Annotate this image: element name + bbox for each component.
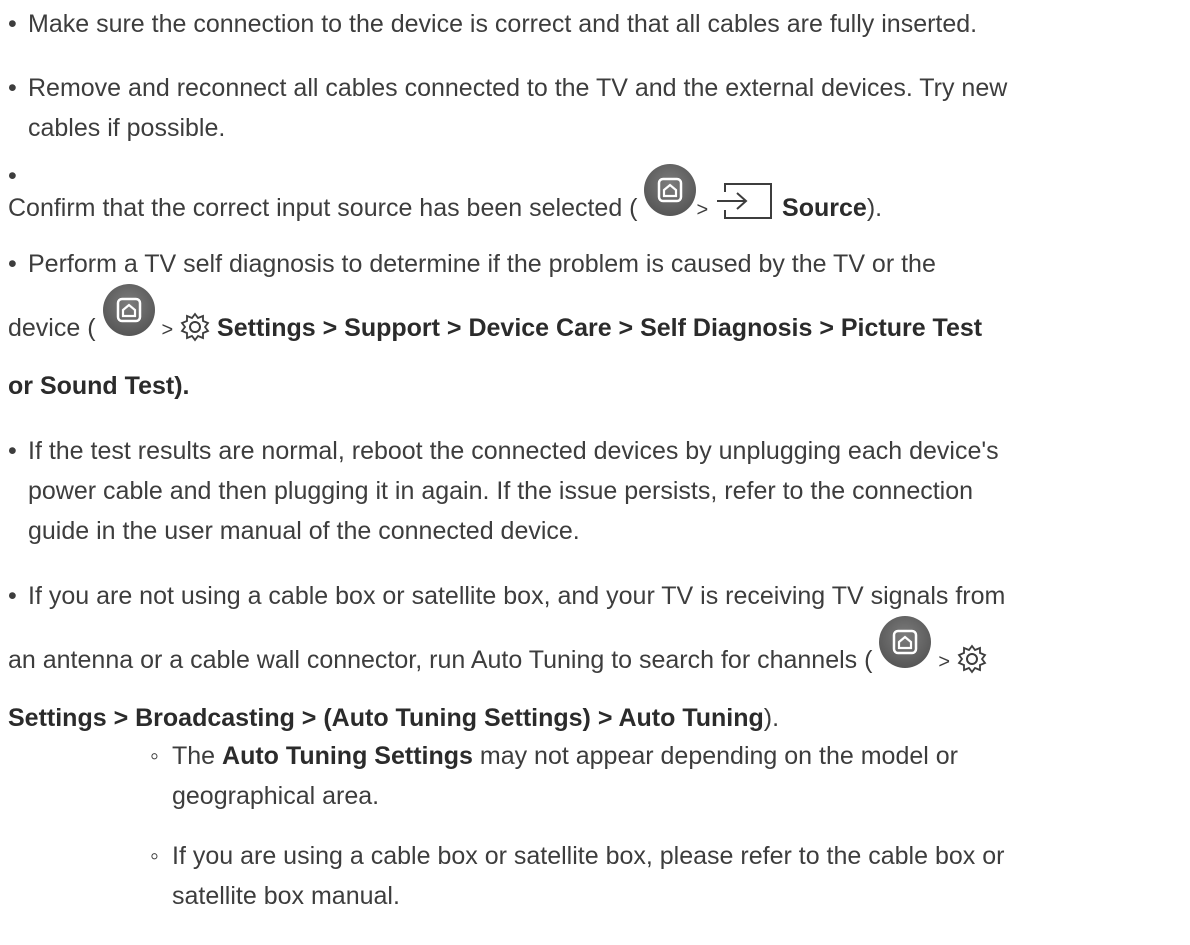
sub-item-text-line: satellite box manual. <box>172 882 400 910</box>
item-text-line: Remove and reconnect all cables connecte… <box>28 74 1008 102</box>
menu-path-continued: or Sound Test). <box>8 372 190 400</box>
separator: > <box>161 319 174 341</box>
gear-icon <box>957 634 987 698</box>
gear-icon <box>180 302 210 366</box>
item-text: device ( <box>8 314 96 342</box>
separator: > <box>938 651 951 673</box>
menu-path: Source <box>782 194 867 222</box>
sub-item-text-line: If you are using a cable box or satellit… <box>172 842 1005 870</box>
bullet: • <box>8 10 17 38</box>
bullet: • <box>8 162 17 190</box>
item-text-line: power cable and then plugging it in agai… <box>28 477 974 505</box>
list-item: • Confirm that the correct input source … <box>8 162 1188 242</box>
list-item: • If you are not using a cable box or sa… <box>8 576 1188 738</box>
home-icon <box>879 616 932 668</box>
item-text: an antenna or a cable wall connector, ru… <box>8 646 873 674</box>
bullet: • <box>8 74 17 102</box>
bullet: • <box>8 250 17 278</box>
sub-list-item: ◦ The Auto Tuning Settings may not appea… <box>150 736 1160 816</box>
source-input-icon <box>715 182 775 242</box>
sub-item-text-line: geographical area. <box>172 782 380 810</box>
setting-name: Auto Tuning Settings <box>222 742 473 770</box>
list-item: • Remove and reconnect all cables connec… <box>8 68 1188 148</box>
list-item: • Perform a TV self diagnosis to determi… <box>8 244 1188 406</box>
item-text: Confirm that the correct input source ha… <box>8 194 638 222</box>
item-text: Make sure the connection to the device i… <box>28 10 978 38</box>
home-icon <box>102 284 155 336</box>
menu-path: Settings > Support > Device Care > Self … <box>217 314 983 342</box>
item-text-line: If the test results are normal, reboot t… <box>28 437 999 465</box>
item-text-line: cables if possible. <box>28 114 226 142</box>
item-text-line: guide in the user manual of the connecte… <box>28 517 580 545</box>
menu-path: Settings > Broadcasting > (Auto Tuning S… <box>8 704 764 732</box>
bullet: • <box>8 582 17 610</box>
list-item: • Make sure the connection to the device… <box>8 4 1188 44</box>
item-text-line: Perform a TV self diagnosis to determine… <box>28 250 936 278</box>
item-text-line: If you are not using a cable box or sate… <box>28 582 1006 610</box>
sub-list-item: ◦ If you are using a cable box or satell… <box>150 836 1160 916</box>
sub-bullet: ◦ <box>150 742 159 770</box>
sub-bullet: ◦ <box>150 842 159 870</box>
home-icon <box>644 164 697 216</box>
separator: > <box>696 199 709 221</box>
list-item: • If the test results are normal, reboot… <box>8 431 1188 551</box>
bullet: • <box>8 437 17 465</box>
